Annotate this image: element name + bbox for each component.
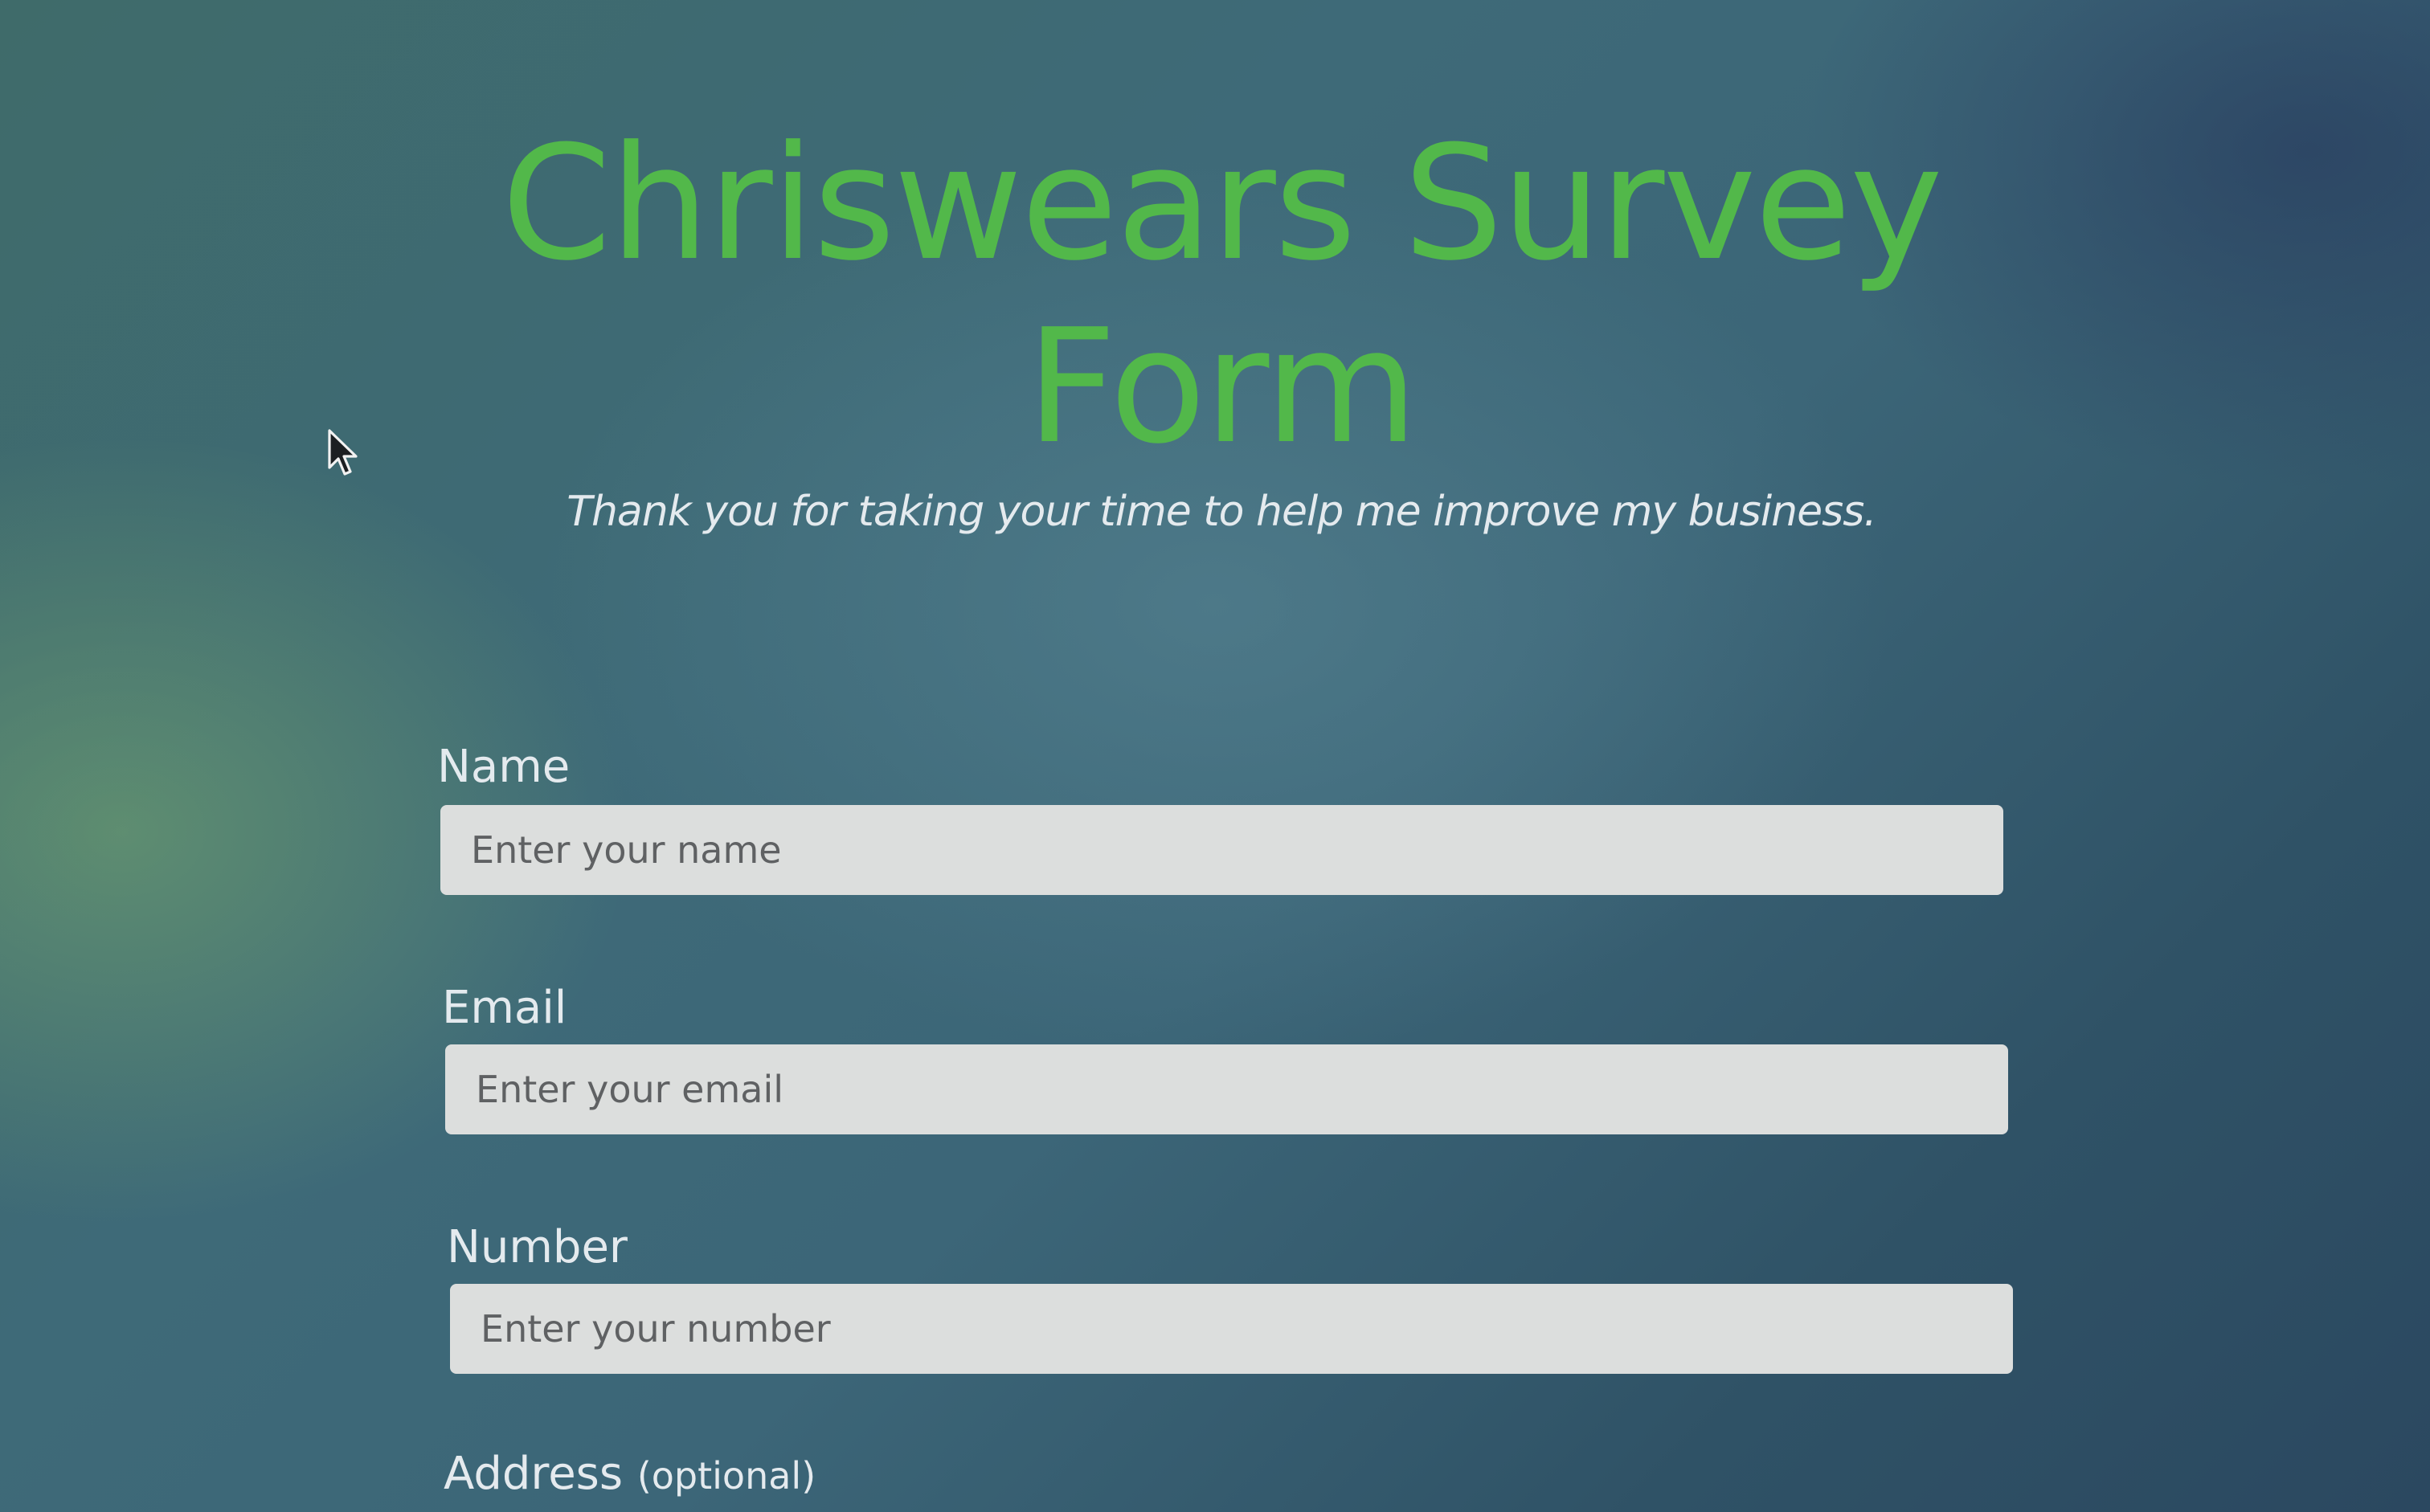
name-input[interactable] xyxy=(440,805,2003,895)
number-input[interactable] xyxy=(450,1284,2013,1374)
page-description: Thank you for taking your time to help m… xyxy=(567,488,1877,536)
mouse-pointer-icon xyxy=(328,429,358,476)
email-label: Email xyxy=(442,982,567,1034)
email-input[interactable] xyxy=(445,1044,2008,1134)
address-label: Address (optional) xyxy=(444,1446,816,1504)
address-optional-hint: (optional) xyxy=(636,1454,816,1498)
survey-page: Chriswears Survey Form Thank you for tak… xyxy=(0,0,2430,1512)
name-label: Name xyxy=(437,741,571,793)
address-label-text: Address xyxy=(444,1448,624,1500)
page-title: Chriswears Survey Form xyxy=(501,112,1943,479)
number-label: Number xyxy=(447,1221,628,1273)
